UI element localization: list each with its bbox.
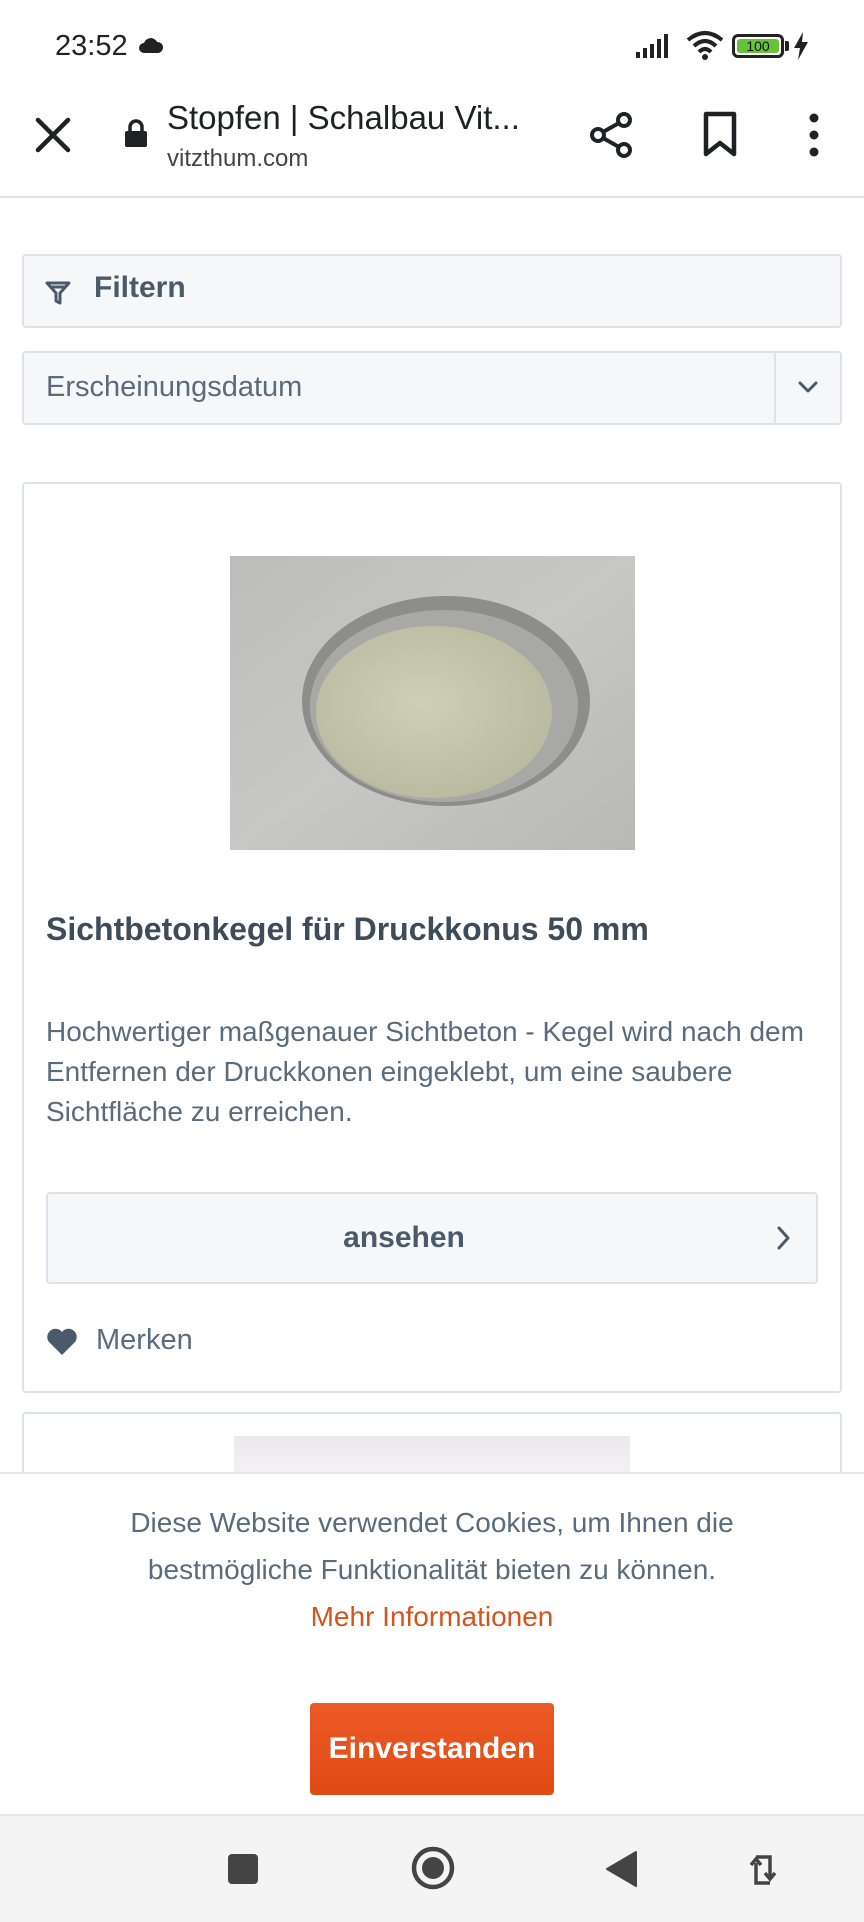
charging-icon [794,32,808,60]
sort-selected-value: Erscheinungsdatum [46,371,303,403]
product-image[interactable] [234,1436,630,1472]
rotate-icon[interactable] [748,1849,778,1889]
product-name[interactable]: Sichtbetonkegel für Druckkonus 50 mm [46,911,649,948]
status-time: 23:52 [55,30,128,62]
more-info-link[interactable]: Mehr Informationen [60,1593,804,1640]
lock-icon [125,119,147,147]
cloud-icon [139,38,164,53]
page-title[interactable]: Stopfen | Schalbau Vit... [167,99,520,137]
funnel-icon [45,281,71,305]
home-icon[interactable] [410,1845,456,1891]
sort-divider [774,353,776,423]
bookmark-icon[interactable] [696,110,744,160]
close-icon[interactable] [30,112,76,158]
battery-level: 100 [737,39,779,53]
accept-cookies-button[interactable]: Einverstanden [310,1703,554,1795]
signal-icon [636,34,668,58]
wishlist-label[interactable]: Merken [96,1324,193,1357]
cookie-message: Diese Website verwendet Cookies, um Ihne… [130,1507,734,1585]
heart-icon[interactable] [46,1328,78,1356]
page-domain[interactable]: vitzthum.com [167,145,308,173]
share-icon[interactable] [588,110,636,160]
more-menu-icon[interactable] [800,110,828,160]
filter-label: Filtern [94,271,186,304]
chevron-down-icon[interactable] [796,378,820,396]
battery-icon: 100 [732,34,784,58]
wifi-icon [686,31,724,60]
product-image[interactable] [230,556,635,850]
battery-tip [785,41,789,51]
product-description: Hochwertiger maßgenauer Sichtbeton - Keg… [46,1016,804,1127]
recents-icon[interactable] [226,1852,260,1886]
chevron-right-icon [777,1226,790,1250]
view-product-label: ansehen [343,1221,465,1254]
back-icon[interactable] [604,1850,638,1888]
